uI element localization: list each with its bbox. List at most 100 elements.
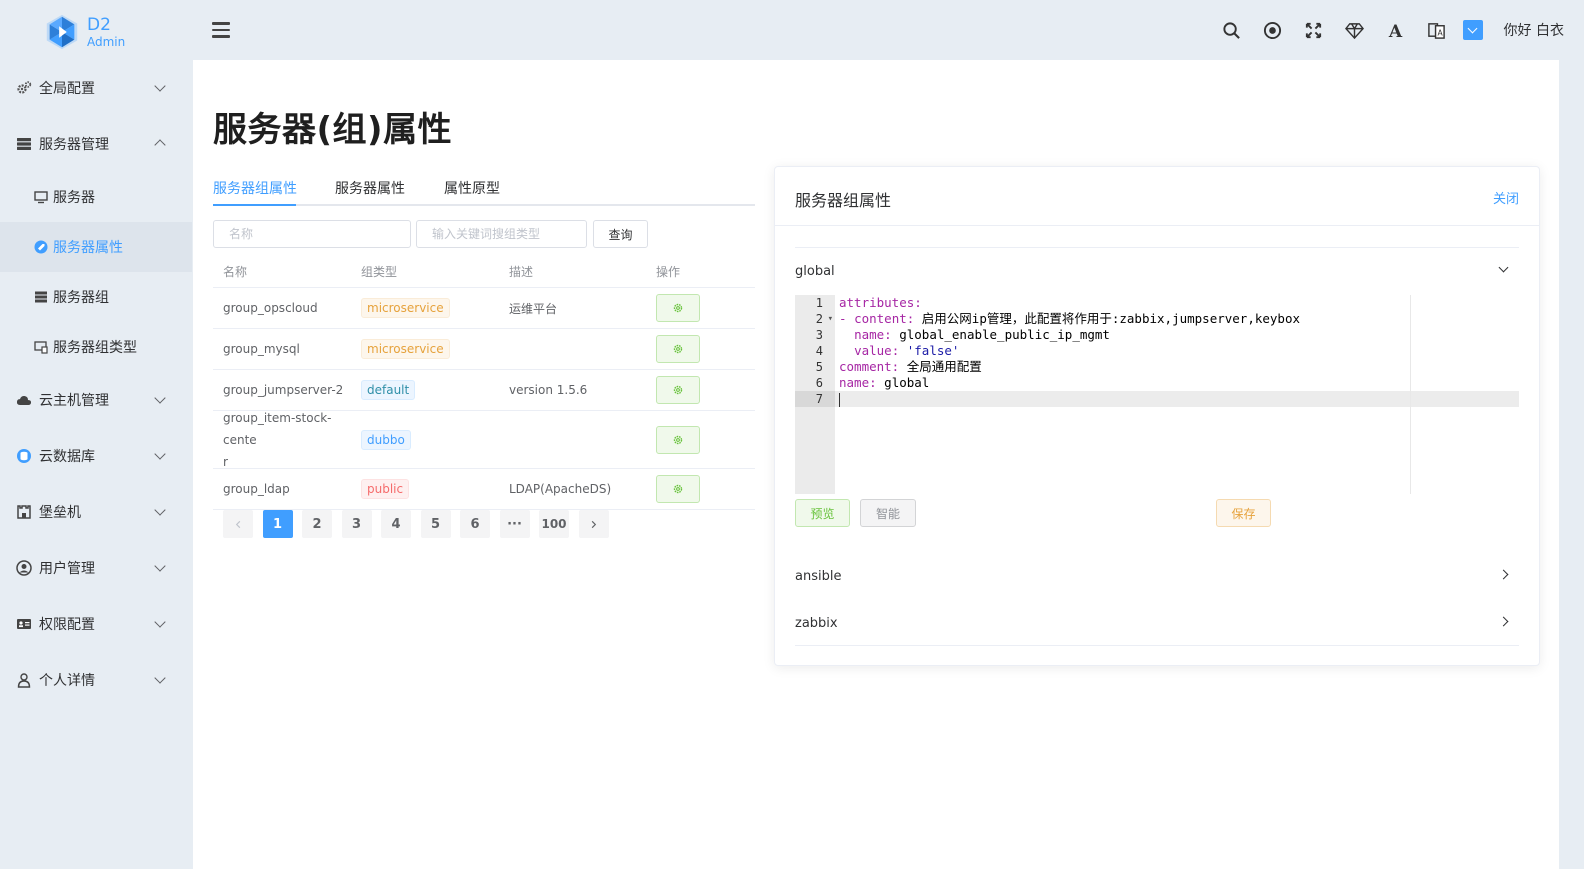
- code-area[interactable]: attributes: - content: 启用公网ip管理，此配置将作用于:…: [835, 295, 1519, 407]
- tab-bar: 服务器组属性 服务器属性 属性原型: [213, 166, 755, 206]
- sidebar-item-profile[interactable]: 个人详情: [0, 652, 192, 708]
- translate-icon[interactable]: A: [1422, 15, 1452, 45]
- group-type-tag: microservice: [361, 298, 450, 318]
- tab-server-group-attr[interactable]: 服务器组属性: [213, 178, 297, 198]
- user-greeting[interactable]: 你好 白衣: [1504, 20, 1564, 40]
- settings-button[interactable]: [656, 425, 700, 454]
- column-header[interactable]: 操作: [656, 263, 755, 280]
- page-button[interactable]: 3: [341, 510, 372, 538]
- chevron-right-icon: [1498, 569, 1509, 580]
- target-icon[interactable]: [1258, 15, 1288, 45]
- id-card-icon: [15, 615, 33, 633]
- collapse-header-ansible[interactable]: ansible: [795, 553, 1519, 599]
- column-header[interactable]: 组类型: [361, 263, 509, 280]
- sidebar-item-label: 服务器管理: [39, 137, 109, 153]
- font-icon[interactable]: A: [1381, 15, 1411, 45]
- page-button[interactable]: 1: [262, 510, 293, 538]
- svg-text:A: A: [1437, 28, 1443, 37]
- group-desc: 运维平台: [509, 301, 558, 316]
- settings-button[interactable]: [656, 294, 700, 322]
- theme-icon[interactable]: [1462, 20, 1483, 40]
- sidebar-item-user-mgmt[interactable]: 用户管理: [0, 540, 192, 596]
- user-circle-icon: [15, 559, 33, 577]
- collapse-header-global[interactable]: global: [795, 248, 1519, 294]
- settings-button[interactable]: [656, 376, 700, 404]
- tab-attr-prototype[interactable]: 属性原型: [444, 178, 500, 198]
- page-button[interactable]: 2: [302, 510, 332, 538]
- settings-icon: [673, 303, 683, 313]
- attribute-card: 服务器组属性 关闭 global 1 2 3 4 5 6 7 attribute…: [774, 166, 1540, 666]
- line-number: 5: [815, 360, 823, 374]
- chevron-right-icon: [591, 520, 597, 528]
- sidebar-item-cloud-host[interactable]: 云主机管理: [0, 372, 192, 428]
- chevron-down-icon: [154, 616, 166, 628]
- chevron-down-icon: [154, 504, 166, 516]
- code-line: value: 'false': [854, 343, 960, 358]
- tag-icon: [34, 240, 48, 254]
- close-link[interactable]: 关闭: [1493, 188, 1519, 207]
- table-row[interactable]: group_opscloud microservice 运维平台: [213, 288, 755, 329]
- chevron-down-icon: [1498, 262, 1509, 273]
- sidebar-item-label: 云数据库: [39, 449, 95, 465]
- page-button[interactable]: 6: [460, 510, 490, 538]
- table-row[interactable]: group_jumpserver-2 default version 1.5.6: [213, 370, 755, 411]
- chevron-right-icon: [1498, 616, 1509, 627]
- server-group-table: 名称 组类型 描述 操作 group_opscloud microservice…: [213, 256, 755, 510]
- sidebar-item-server-mgmt[interactable]: 服务器管理: [0, 116, 192, 172]
- table-row[interactable]: group_ldap public LDAP(ApacheDS): [213, 469, 755, 510]
- page-button[interactable]: 100: [539, 510, 569, 538]
- column-header[interactable]: 描述: [509, 263, 656, 280]
- menu-toggle-icon[interactable]: [212, 22, 230, 38]
- sidebar-item-fortress[interactable]: 堡垒机: [0, 484, 192, 540]
- sidebar-item-cloud-db[interactable]: 云数据库: [0, 428, 192, 484]
- query-button[interactable]: 查询: [593, 220, 648, 248]
- sidebar-item-global-config[interactable]: 全局配置: [0, 60, 192, 116]
- line-gutter: 1 2 3 4 5 6 7: [795, 295, 835, 494]
- smart-button[interactable]: 智能: [860, 499, 916, 527]
- sidebar-item-label: 服务器组类型: [53, 340, 137, 356]
- sidebar-item-server-group-type[interactable]: 服务器组类型: [0, 322, 192, 372]
- fullscreen-icon[interactable]: [1299, 15, 1329, 45]
- tab-active-indicator: [213, 204, 296, 206]
- settings-button[interactable]: [656, 475, 700, 503]
- table-row[interactable]: group_mysql microservice: [213, 329, 755, 370]
- tab-server-attr[interactable]: 服务器属性: [335, 178, 405, 198]
- sidebar-item-server-attr[interactable]: 服务器属性: [0, 222, 192, 272]
- name-filter-input[interactable]: [213, 220, 411, 248]
- yaml-editor[interactable]: 1 2 3 4 5 6 7 attributes: - content: 启用公…: [795, 295, 1519, 494]
- sidebar-item-label: 全局配置: [39, 81, 95, 97]
- more-pages-button[interactable]: ···: [499, 510, 530, 538]
- prev-page-button[interactable]: [223, 510, 253, 538]
- line-number[interactable]: 2: [795, 311, 835, 327]
- desktop-icon: [34, 340, 48, 354]
- sidebar-item-label: 云主机管理: [39, 393, 109, 409]
- page-button[interactable]: 4: [381, 510, 411, 538]
- code-line: attributes:: [839, 295, 1519, 311]
- sidebar-item-server-group[interactable]: 服务器组: [0, 272, 192, 322]
- server-icon: [15, 135, 33, 153]
- settings-icon: [673, 484, 683, 494]
- group-type-tag: default: [361, 380, 416, 400]
- header-toolbar: A A 你好 白衣: [1206, 14, 1564, 46]
- settings-button[interactable]: [656, 335, 700, 363]
- sidebar-item-permission[interactable]: 权限配置: [0, 596, 192, 652]
- pagination: 1 2 3 4 5 6 ··· 100: [223, 510, 618, 538]
- group-type-tag: microservice: [361, 339, 450, 359]
- line-number: 1: [815, 296, 823, 310]
- preview-button[interactable]: 预览: [795, 499, 850, 527]
- group-type-search-input[interactable]: [416, 220, 587, 248]
- cloud-icon: [15, 391, 33, 409]
- logo[interactable]: D2 Admin: [43, 12, 153, 52]
- next-page-button[interactable]: [578, 510, 609, 538]
- page-button[interactable]: 5: [420, 510, 451, 538]
- search-icon[interactable]: [1217, 15, 1247, 45]
- code-line: name: global: [839, 375, 930, 390]
- collapse-header-zabbix[interactable]: zabbix: [795, 600, 1519, 646]
- table-row[interactable]: group_item-stock-cente r dubbo: [213, 411, 755, 469]
- print-margin: [1410, 295, 1411, 494]
- save-button[interactable]: 保存: [1216, 499, 1271, 527]
- sidebar-item-server[interactable]: 服务器: [0, 172, 192, 222]
- column-header[interactable]: 名称: [213, 263, 361, 280]
- diamond-icon[interactable]: [1340, 15, 1370, 45]
- settings-icon: [673, 344, 683, 354]
